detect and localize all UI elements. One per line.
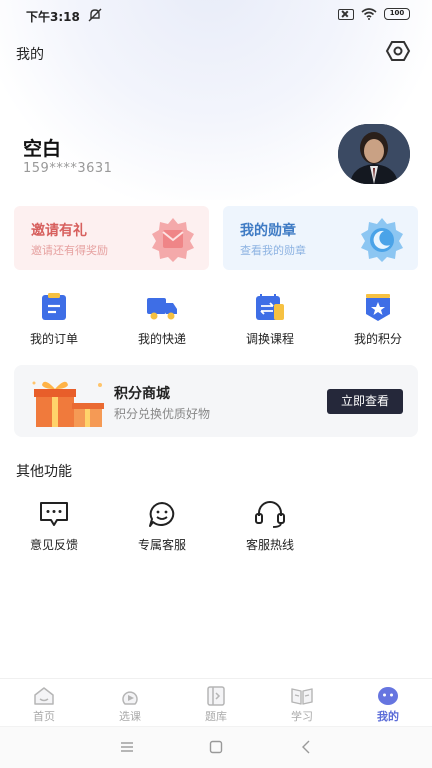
- swap-course-icon: [256, 294, 284, 320]
- order-icon: [42, 293, 66, 320]
- tab-mine[interactable]: 我的: [353, 686, 423, 724]
- invite-envelope-icon: [152, 218, 194, 262]
- gift-boxes-icon: [32, 381, 104, 427]
- user-phone: 159****3631: [23, 161, 113, 176]
- no-sim-icon: [338, 8, 354, 20]
- status-bar: 下午3:18 100: [0, 0, 432, 32]
- wifi-icon: [361, 8, 377, 20]
- func-label: 专属客服: [137, 538, 186, 552]
- tab-home[interactable]: 首页: [9, 686, 79, 724]
- tab-study[interactable]: 学习: [267, 686, 337, 724]
- menu-label: 调换课程: [245, 332, 294, 346]
- page-title: 我的: [16, 47, 44, 63]
- home-square-icon[interactable]: [208, 739, 224, 755]
- menu-label: 我的积分: [353, 332, 402, 346]
- mute-icon: [88, 8, 102, 22]
- func-feedback[interactable]: 意见反馈: [14, 500, 94, 558]
- tab-label: 我的: [377, 710, 399, 723]
- profile-face-icon: [378, 687, 398, 705]
- tab-course-select[interactable]: 选课: [95, 686, 165, 724]
- status-time: 下午3:18: [26, 10, 80, 24]
- menu-swap-course[interactable]: 调换课程: [230, 292, 310, 350]
- menu-label: 我的快递: [137, 332, 186, 346]
- user-name[interactable]: 空白: [23, 134, 61, 161]
- func-label: 客服热线: [245, 538, 294, 552]
- func-customer-service[interactable]: 专属客服: [122, 500, 202, 558]
- points-star-icon: [366, 294, 390, 321]
- invite-card-subtitle: 邀请还有得奖励: [31, 244, 108, 257]
- settings-hexagon-icon[interactable]: [385, 40, 411, 62]
- mall-title: 积分商城: [114, 386, 170, 402]
- menu-my-points[interactable]: 我的积分: [338, 292, 418, 350]
- func-label: 意见反馈: [29, 538, 78, 552]
- battery-indicator: 100: [384, 8, 410, 20]
- medal-moon-icon: [361, 218, 403, 262]
- system-nav-bar: [0, 726, 432, 768]
- tab-label: 题库: [205, 710, 227, 723]
- invite-card[interactable]: 邀请有礼 邀请还有得奖励: [14, 206, 209, 270]
- view-now-button[interactable]: 立即查看: [327, 389, 403, 414]
- home-icon: [34, 687, 54, 705]
- menu-my-express[interactable]: 我的快递: [122, 292, 202, 350]
- tab-question-bank[interactable]: 题库: [181, 686, 251, 724]
- headset-icon: [255, 501, 285, 528]
- other-functions-title: 其他功能: [16, 464, 72, 480]
- menu-my-orders[interactable]: 我的订单: [14, 292, 94, 350]
- medal-card-title: 我的勋章: [240, 223, 296, 239]
- tab-label: 选课: [119, 710, 141, 723]
- bottom-tab-bar: 首页 选课 题库 学习 我的: [0, 678, 432, 726]
- medal-card-subtitle: 查看我的勋章: [240, 244, 306, 257]
- study-book-icon: [291, 688, 313, 705]
- mall-subtitle: 积分兑换优质好物: [114, 407, 211, 421]
- back-icon[interactable]: [298, 739, 314, 755]
- question-bank-icon: [207, 686, 225, 706]
- func-hotline[interactable]: 客服热线: [230, 500, 310, 558]
- menu-label: 我的订单: [29, 332, 78, 346]
- customer-service-icon: [149, 502, 175, 527]
- truck-icon: [147, 298, 177, 320]
- invite-card-title: 邀请有礼: [31, 223, 87, 239]
- course-select-icon: [122, 691, 138, 705]
- status-indicators: 100: [338, 8, 410, 20]
- menu-icon[interactable]: [119, 739, 135, 755]
- tab-label: 学习: [291, 710, 313, 723]
- points-mall-banner[interactable]: 积分商城 积分兑换优质好物 立即查看: [14, 365, 418, 437]
- avatar[interactable]: [338, 124, 410, 184]
- feedback-icon: [40, 502, 68, 526]
- tab-label: 首页: [33, 710, 55, 723]
- medal-card[interactable]: 我的勋章 查看我的勋章: [223, 206, 418, 270]
